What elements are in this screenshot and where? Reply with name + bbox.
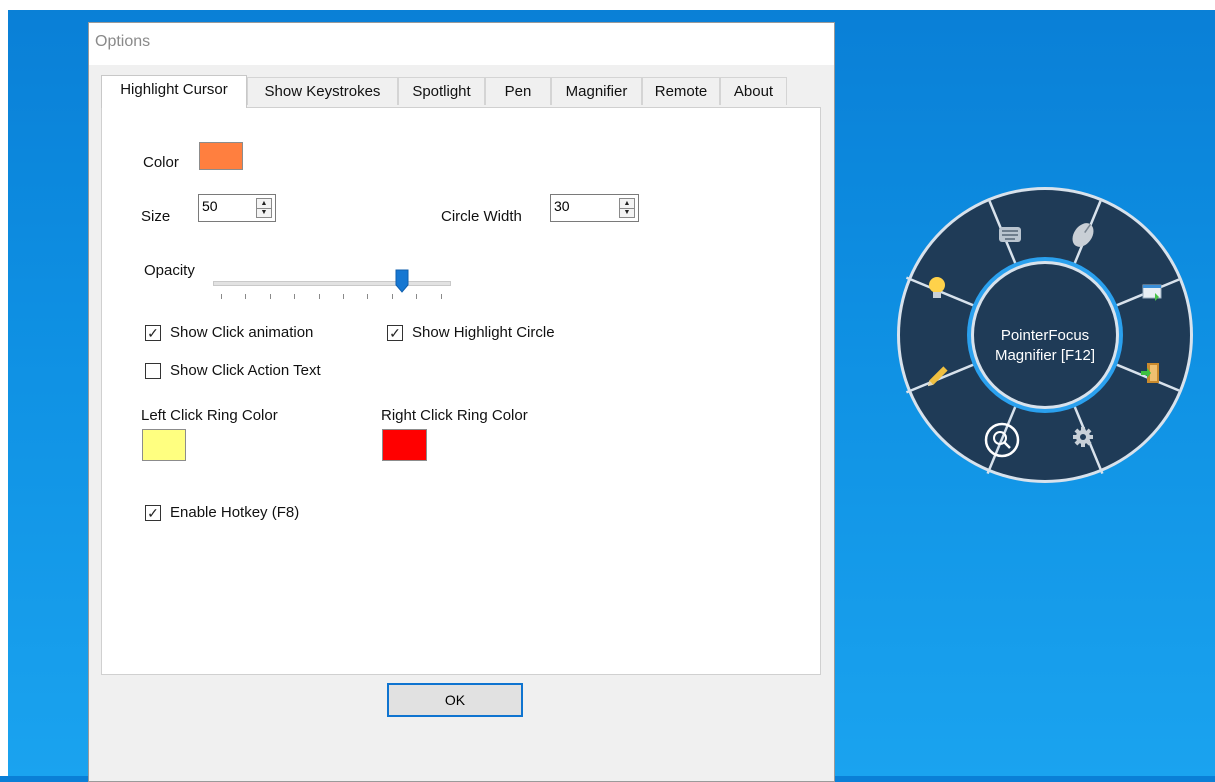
show-highlight-circle-checkbox[interactable]: ✓ Show Highlight Circle xyxy=(387,324,555,341)
cursor-color-swatch[interactable] xyxy=(199,142,243,170)
enable-hotkey-label[interactable]: Enable Hotkey (F8) xyxy=(170,504,299,521)
right-click-ring-color-label: Right Click Ring Color xyxy=(381,407,528,424)
size-spin-arrows[interactable]: ▲ ▼ xyxy=(256,198,272,218)
show-highlight-circle-label[interactable]: Show Highlight Circle xyxy=(412,324,555,341)
opacity-label: Opacity xyxy=(144,262,195,279)
left-click-ring-color-swatch[interactable] xyxy=(142,429,186,461)
right-click-ring-color-swatch[interactable] xyxy=(382,429,427,461)
enable-hotkey-checkbox[interactable]: ✓ Enable Hotkey (F8) xyxy=(145,504,299,521)
spin-down-icon[interactable]: ▼ xyxy=(257,208,271,217)
show-click-animation-checkbox[interactable]: ✓ Show Click animation xyxy=(145,324,313,341)
highlight-cursor-panel xyxy=(101,107,821,675)
slider-tick xyxy=(318,294,320,299)
size-value[interactable]: 50 xyxy=(202,198,218,214)
slider-tick xyxy=(221,294,222,299)
checkbox-box[interactable]: ✓ xyxy=(145,324,161,341)
slider-tick xyxy=(440,294,442,299)
radial-center-label: PointerFocus Magnifier [F12] xyxy=(975,326,1115,366)
slider-thumb[interactable] xyxy=(395,269,409,293)
size-label: Size xyxy=(141,208,171,225)
size-spinner[interactable]: 50 ▲ ▼ xyxy=(198,194,276,222)
screen-top-edge xyxy=(0,0,1215,10)
circle-width-value[interactable]: 30 xyxy=(554,198,570,214)
checkbox-box[interactable]: ✓ xyxy=(387,324,403,341)
keyboard-icon[interactable] xyxy=(999,227,1021,242)
tab-show-keystrokes[interactable]: Show Keystrokes xyxy=(247,77,398,105)
ok-button[interactable]: OK xyxy=(387,683,523,717)
tab-highlight-cursor[interactable]: Highlight Cursor xyxy=(101,75,247,108)
color-label: Color xyxy=(143,154,179,171)
slider-track[interactable] xyxy=(213,281,451,286)
gear-icon[interactable] xyxy=(1073,427,1093,447)
circle-width-spin-arrows[interactable]: ▲ ▼ xyxy=(619,198,635,218)
tab-remote[interactable]: Remote xyxy=(642,77,720,105)
app-name: PointerFocus xyxy=(1000,327,1090,344)
title-bar[interactable]: Options xyxy=(89,23,834,65)
checkbox-box[interactable] xyxy=(145,362,161,379)
current-mode: Magnifier [F12] xyxy=(994,347,1096,364)
checkbox-box[interactable]: ✓ xyxy=(145,504,161,521)
slider-tick xyxy=(416,294,418,299)
spin-down-icon[interactable]: ▼ xyxy=(620,208,634,217)
tab-pen[interactable]: Pen xyxy=(485,77,551,105)
slider-tick xyxy=(367,294,369,299)
tab-magnifier[interactable]: Magnifier xyxy=(551,77,642,105)
slider-tick xyxy=(343,294,344,299)
circle-width-spinner[interactable]: 30 ▲ ▼ xyxy=(550,194,639,222)
window-title: Options xyxy=(95,33,151,50)
slider-tick xyxy=(294,294,296,299)
slider-tick xyxy=(269,294,271,299)
left-click-ring-color-label: Left Click Ring Color xyxy=(141,407,278,424)
tab-spotlight[interactable]: Spotlight xyxy=(398,77,485,105)
show-click-action-text-checkbox[interactable]: Show Click Action Text xyxy=(145,362,321,379)
slider-tick xyxy=(245,294,247,299)
show-click-animation-label[interactable]: Show Click animation xyxy=(170,324,313,341)
tab-about[interactable]: About xyxy=(720,77,787,105)
screen-left-edge xyxy=(0,0,8,776)
show-click-action-text-label[interactable]: Show Click Action Text xyxy=(170,362,321,379)
circle-width-label: Circle Width xyxy=(441,208,522,225)
slider-tick xyxy=(391,294,393,299)
opacity-slider[interactable] xyxy=(213,259,451,299)
options-window: Options Highlight Cursor Show Keystrokes… xyxy=(88,22,835,782)
